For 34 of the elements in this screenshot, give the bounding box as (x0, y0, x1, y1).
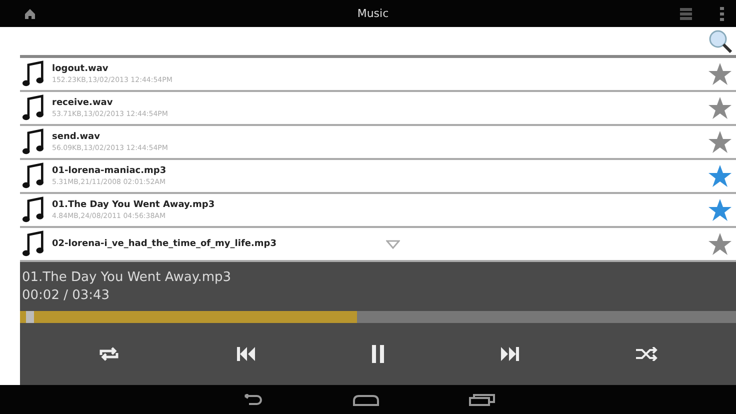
music-note-icon (22, 162, 44, 190)
home-button-icon[interactable] (353, 394, 379, 406)
pause-icon[interactable] (372, 345, 384, 363)
star-icon[interactable] (708, 130, 732, 154)
previous-icon[interactable] (237, 347, 256, 361)
track-title: send.wav (52, 132, 101, 142)
track-title: 01-lorena-maniac.mp3 (52, 166, 168, 176)
star-icon[interactable] (708, 232, 732, 256)
music-note-icon (22, 94, 44, 122)
music-note-icon (22, 230, 44, 258)
overflow-menu-icon[interactable] (720, 6, 724, 20)
recent-apps-icon[interactable] (469, 394, 495, 406)
track-title: receive.wav (52, 98, 114, 108)
star-icon[interactable] (708, 62, 732, 86)
search-icon[interactable] (708, 29, 732, 53)
track-title: logout.wav (52, 64, 110, 74)
search-field[interactable] (20, 27, 736, 58)
music-note-icon (22, 128, 44, 156)
seek-thumb[interactable] (26, 311, 34, 323)
playback-time: 00:02 / 03:43 (22, 288, 111, 303)
repeat-icon[interactable] (98, 346, 120, 362)
shuffle-icon[interactable] (636, 347, 658, 361)
music-note-icon (22, 196, 44, 224)
star-icon[interactable] (708, 164, 732, 188)
star-icon[interactable] (708, 198, 732, 222)
track-title: 02-lorena-i_ve_had_the_time_of_my_life.mp3 (52, 239, 278, 249)
now-playing-title: 01.The Day You Went Away.mp3 (22, 270, 232, 285)
music-note-icon (22, 60, 44, 88)
home-icon[interactable] (24, 8, 36, 20)
screen-title: Music (356, 7, 390, 20)
star-icon[interactable] (708, 96, 732, 120)
track-title: 01.The Day You Went Away.mp3 (52, 200, 216, 210)
track-row[interactable]: 02-lorena-i_ve_had_the_time_of_my_life.mp3 (20, 228, 736, 262)
next-icon[interactable] (500, 347, 519, 361)
